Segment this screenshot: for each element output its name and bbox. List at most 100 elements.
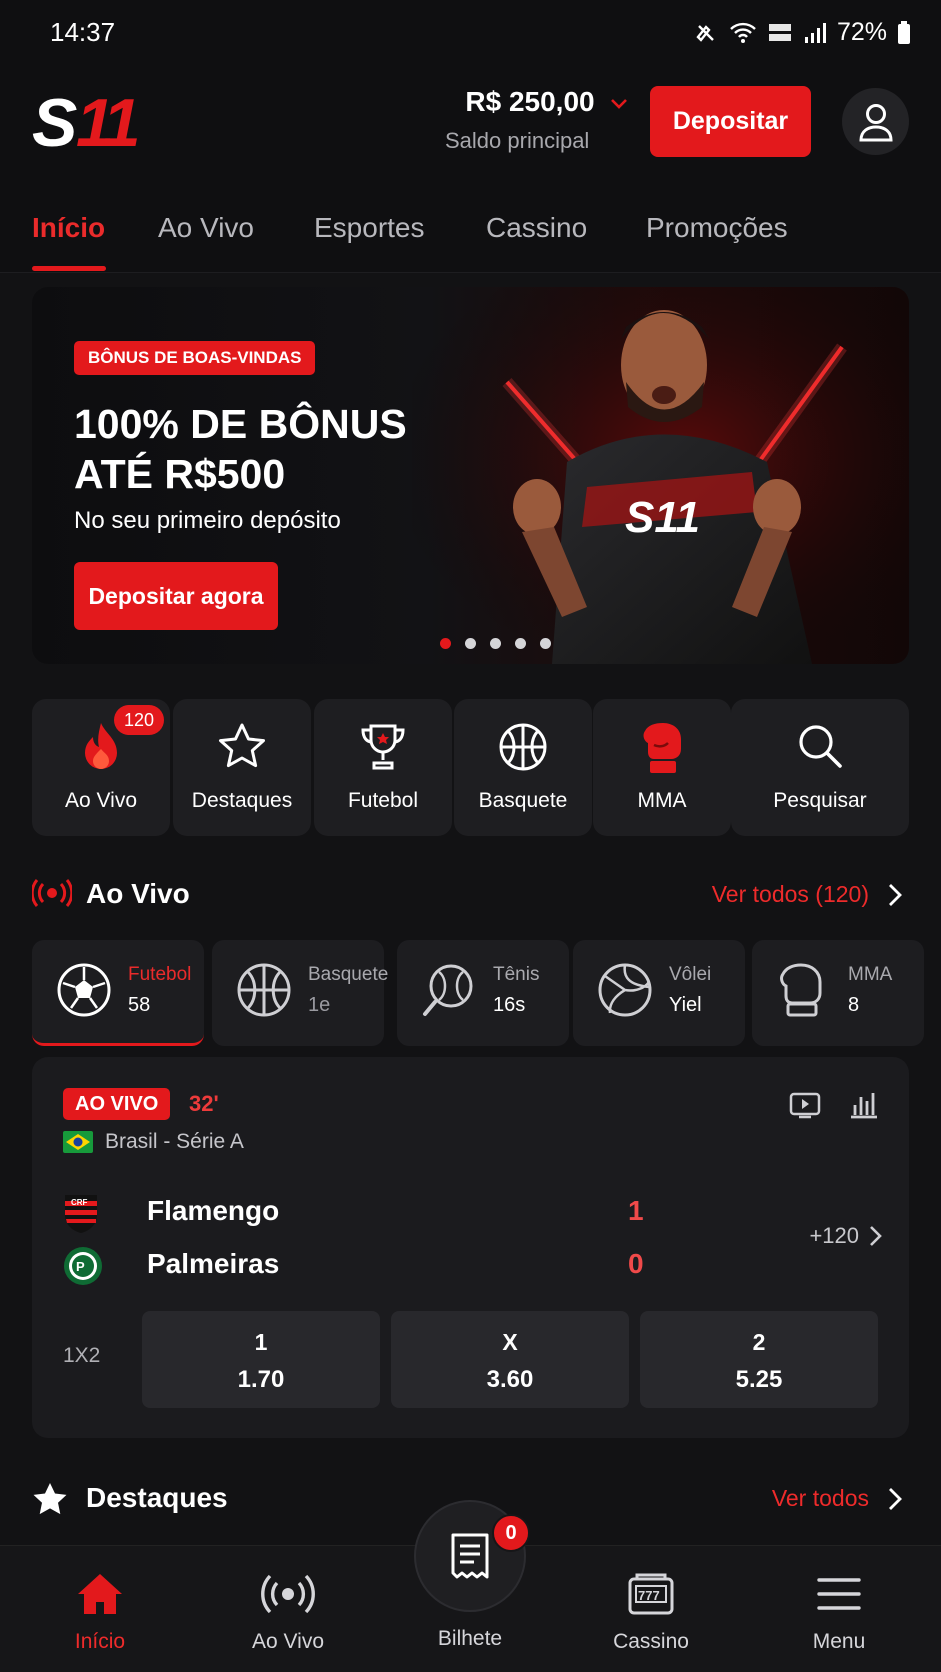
bottom-nav-inicio[interactable]: Início	[20, 1568, 180, 1654]
battery-percent: 72%	[836, 18, 887, 46]
trophy-icon	[361, 724, 405, 770]
home-team-row: CRF Flamengo 1	[63, 1189, 663, 1237]
carousel-dot[interactable]	[465, 638, 476, 649]
bottom-nav-label: Ao Vivo	[252, 1630, 324, 1653]
sport-chip-volei[interactable]: Vôlei Yiel	[573, 940, 745, 1046]
banner-subtitle: No seu primeiro depósito	[74, 507, 341, 534]
chevron-right-icon[interactable]	[885, 1486, 905, 1512]
ticket-icon	[451, 1533, 489, 1579]
live-broadcast-icon	[261, 1574, 315, 1614]
s11-logo[interactable]: S 11	[32, 90, 172, 154]
carousel-dot[interactable]	[490, 638, 501, 649]
balance-label: Saldo principal	[445, 128, 590, 153]
odd-button-draw[interactable]: X 3.60	[391, 1311, 629, 1408]
away-team-name: Palmeiras	[147, 1248, 280, 1279]
odd-value: 3.60	[486, 1366, 534, 1393]
boxing-glove-icon	[643, 723, 681, 773]
svg-text:11: 11	[76, 90, 138, 154]
soccer-ball-icon	[57, 963, 111, 1017]
sport-count: 16s	[493, 994, 526, 1016]
market-label: 1X2	[63, 1344, 101, 1367]
quick-item-destaques[interactable]: Destaques	[173, 699, 311, 836]
more-markets-link[interactable]: +120	[809, 1223, 883, 1249]
quick-item-label: Pesquisar	[773, 789, 867, 812]
chevron-right-icon[interactable]	[885, 882, 905, 908]
slot-machine-icon: 777	[628, 1573, 674, 1615]
live-badge: AO VIVO	[63, 1088, 171, 1120]
sport-count: 58	[128, 994, 151, 1016]
battery-icon	[898, 20, 910, 44]
match-minute: 32'	[189, 1091, 219, 1116]
quick-item-label: Ao Vivo	[65, 789, 137, 812]
bet-slip-label: Bilhete	[437, 1627, 503, 1650]
shirt-logo: S11	[625, 493, 700, 542]
sport-chip-futebol[interactable]: Futebol 58	[32, 940, 204, 1046]
match-actions	[789, 1091, 879, 1119]
live-match-card[interactable]: AO VIVO 32' Brasil - Série A CRF Flameng…	[32, 1057, 909, 1438]
bottom-nav-ao-vivo[interactable]: Ao Vivo	[208, 1568, 368, 1654]
sport-name: Futebol	[128, 964, 192, 985]
away-team-row: P Palmeiras 0	[63, 1242, 663, 1290]
odd-outcome: X	[502, 1329, 518, 1355]
sport-chip-mma[interactable]: MMA 8	[752, 940, 924, 1046]
odd-button-away[interactable]: 2 5.25	[640, 1311, 878, 1408]
bottom-nav-menu[interactable]: Menu	[759, 1568, 919, 1654]
wifi-icon	[730, 22, 756, 43]
chevron-right-icon	[870, 1226, 882, 1246]
banner-title: 100% DE BÔNUS ATÉ R$500	[74, 399, 474, 499]
quick-item-basquete[interactable]: Basquete	[454, 699, 592, 836]
carousel-dot[interactable]	[515, 638, 526, 649]
sport-chip-tenis[interactable]: Tênis 16s	[397, 940, 569, 1046]
quick-item-futebol[interactable]: Futebol	[314, 699, 452, 836]
live-sport-filter: Futebol 58 Basquete 1e Tênis 16s Vôlei Y…	[32, 940, 941, 1046]
tab-inicio[interactable]: Início	[32, 212, 105, 244]
tennis-icon	[423, 964, 473, 1016]
carousel-dot[interactable]	[440, 638, 451, 649]
quick-item-pesquisar[interactable]: Pesquisar	[731, 699, 909, 836]
star-icon	[33, 1483, 67, 1515]
quick-menu: Ao Vivo 120 Destaques Futebol Basquete M…	[32, 699, 909, 836]
deposit-button[interactable]: Depositar	[650, 86, 811, 157]
status-icons: 72%	[693, 18, 911, 47]
tab-ao-vivo[interactable]: Ao Vivo	[158, 212, 254, 244]
tab-esportes[interactable]: Esportes	[314, 212, 425, 244]
home-team-name: Flamengo	[147, 1195, 280, 1226]
sport-count: Yiel	[669, 994, 702, 1016]
tab-cassino[interactable]: Cassino	[486, 212, 587, 244]
player-illustration: S11	[412, 287, 909, 664]
sport-name: Vôlei	[669, 964, 712, 985]
profile-button[interactable]	[842, 88, 909, 155]
live-broadcast-icon	[32, 879, 72, 907]
bet-slip-count-badge: 0	[492, 1514, 530, 1552]
volleyball-icon	[598, 963, 652, 1017]
statistics-icon[interactable]	[849, 1091, 879, 1119]
odd-outcome: 1	[254, 1329, 268, 1355]
balance-selector[interactable]: R$ 250,00 Saldo principal	[430, 86, 630, 154]
sport-name: MMA	[848, 964, 893, 985]
quick-item-label: MMA	[637, 789, 687, 812]
deposit-now-button[interactable]: Depositar agora	[74, 562, 278, 630]
tab-promocoes[interactable]: Promoções	[646, 212, 788, 244]
sport-count: 1e	[308, 994, 331, 1016]
promo-banner[interactable]: S11 BÔNUS DE BOAS-VINDAS 100% DE BÔNUS A…	[32, 287, 909, 664]
user-icon	[858, 103, 893, 141]
carousel-dot[interactable]	[540, 638, 551, 649]
bottom-nav-cassino[interactable]: 777 Cassino	[571, 1568, 731, 1654]
live-section-header: Ao Vivo Ver todos (120)	[32, 874, 909, 914]
status-bar: 14:37 72%	[0, 0, 941, 66]
signal-icon	[804, 22, 826, 43]
basketball-icon	[499, 723, 547, 771]
quick-item-mma[interactable]: MMA	[593, 699, 731, 836]
quick-item-ao-vivo[interactable]: Ao Vivo 120	[32, 699, 170, 836]
more-markets-count: +120	[809, 1223, 859, 1248]
see-all-highlights-link[interactable]: Ver todos	[772, 1485, 869, 1512]
league-name: Brasil - Série A	[105, 1130, 244, 1153]
svg-text:777: 777	[638, 1588, 660, 1603]
bottom-nav-label: Menu	[812, 1630, 866, 1653]
sport-chip-basquete[interactable]: Basquete 1e	[212, 940, 388, 1046]
see-all-live-link[interactable]: Ver todos (120)	[712, 881, 869, 908]
odd-button-home[interactable]: 1 1.70	[142, 1311, 380, 1408]
live-stream-icon[interactable]	[789, 1091, 821, 1119]
glove-icon	[780, 963, 822, 1017]
balance-amount: R$ 250,00	[465, 86, 595, 117]
